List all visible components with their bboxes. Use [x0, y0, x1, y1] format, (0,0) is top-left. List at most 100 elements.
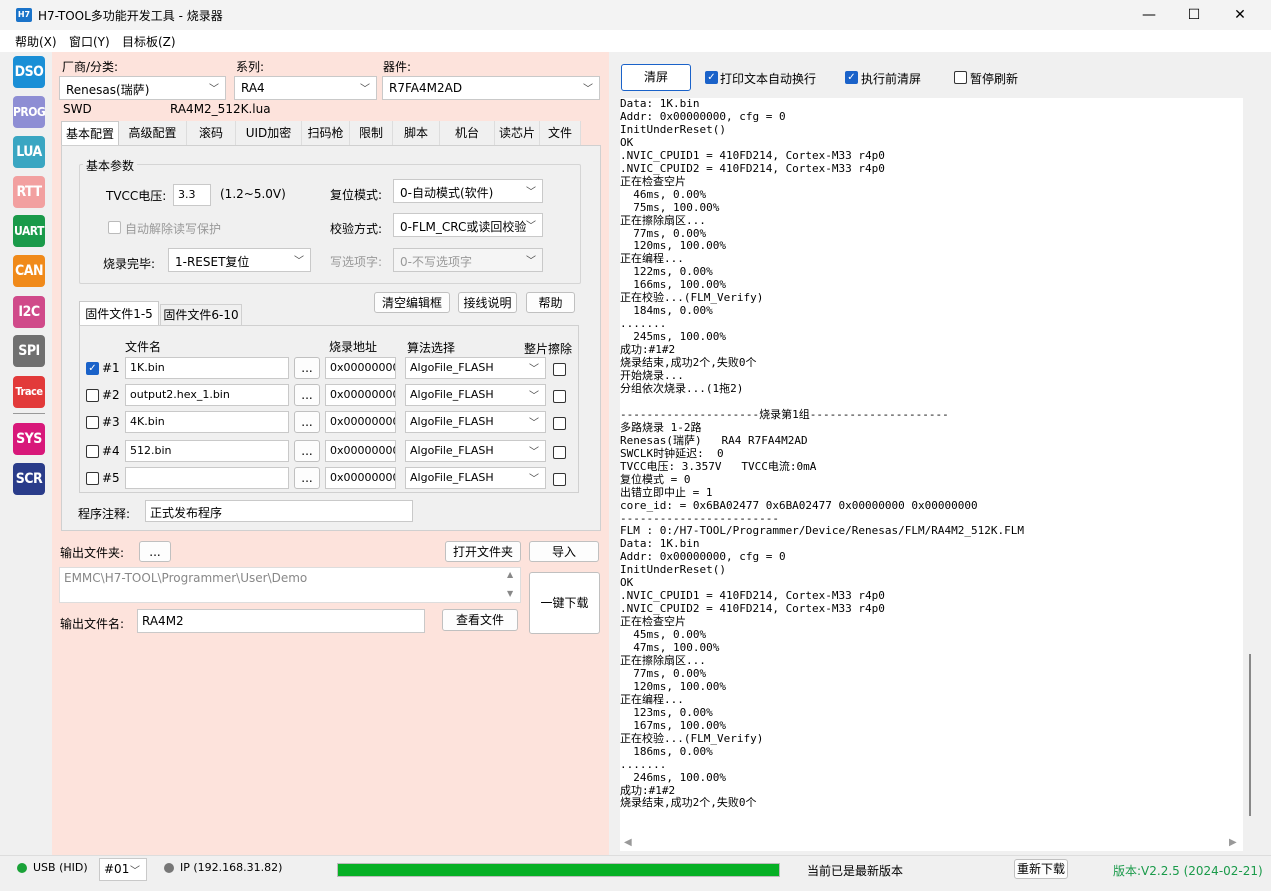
log-vscroll-thumb[interactable]	[1249, 654, 1251, 816]
scroll-up-icon[interactable]: ▲	[507, 570, 513, 579]
fw-chip-erase-checkbox[interactable]	[553, 446, 566, 459]
fw-row-checkbox[interactable]	[86, 472, 99, 485]
tab-firmware-1-5[interactable]: 固件文件1-5	[79, 301, 159, 325]
tool-dso-button[interactable]: DSO	[13, 56, 45, 88]
fw-address-input[interactable]: 0x00000000	[325, 440, 396, 462]
fw-row-checkbox[interactable]	[86, 445, 99, 458]
tab-8[interactable]: 读芯片	[495, 121, 540, 145]
vendor-select[interactable]: Renesas(瑞萨) ﹀	[59, 76, 226, 100]
fw-row-index: #1	[102, 361, 120, 375]
fw-algo-select[interactable]: AlgoFile_FLASH ﹀	[405, 411, 546, 433]
tool-lua-button[interactable]: LUA	[13, 136, 45, 168]
done-action-label: 烧录完毕:	[103, 257, 156, 271]
pause-refresh-label: 暂停刷新	[970, 72, 1019, 86]
pause-refresh-checkbox[interactable]	[954, 71, 967, 84]
tab-4[interactable]: 扫码枪	[302, 121, 350, 145]
scroll-left-icon[interactable]: ◀	[624, 837, 632, 848]
fw-chip-erase-checkbox[interactable]	[553, 417, 566, 430]
fw-row-checkbox[interactable]: ✓	[86, 362, 99, 375]
one-click-download-button[interactable]: 一键下载	[529, 572, 600, 634]
clear-before-checkbox[interactable]: ✓	[845, 71, 858, 84]
fw-file-input[interactable]: 4K.bin	[125, 411, 289, 433]
fw-algo-select[interactable]: AlgoFile_FLASH ﹀	[405, 467, 546, 489]
output-browse-button[interactable]: ...	[139, 541, 171, 562]
tab-firmware-6-10[interactable]: 固件文件6-10	[160, 304, 242, 325]
tool-scr-button[interactable]: SCR	[13, 463, 45, 495]
auto-unprotect-checkbox[interactable]	[108, 221, 121, 234]
log-hscrollbar[interactable]	[620, 835, 1243, 851]
fw-algo-value: AlgoFile_FLASH	[410, 388, 494, 401]
fw-row-checkbox[interactable]	[86, 389, 99, 402]
port-select[interactable]: #01 ﹀	[99, 858, 147, 881]
log-output[interactable]: Data: 1K.bin Addr: 0x00000000, cfg = 0 I…	[620, 98, 1243, 835]
wiring-help-button[interactable]: 接线说明	[458, 292, 517, 313]
fw-chip-erase-checkbox[interactable]	[553, 390, 566, 403]
option-bytes-select[interactable]: 0-不写选项字 ﹀	[393, 248, 543, 272]
tool-rtt-button[interactable]: RTT	[13, 176, 45, 208]
redownload-button[interactable]: 重新下载	[1014, 859, 1068, 879]
menu-help[interactable]: 帮助(X)	[15, 33, 57, 50]
done-action-select[interactable]: 1-RESET复位 ﹀	[168, 248, 311, 272]
fw-address-input[interactable]: 0x00000000	[325, 411, 396, 433]
menu-target[interactable]: 目标板(Z)	[122, 33, 176, 50]
tab-5[interactable]: 限制	[350, 121, 393, 145]
clear-edit-button[interactable]: 清空编辑框	[374, 292, 450, 313]
device-select[interactable]: R7FA4M2AD ﹀	[382, 76, 600, 100]
clear-screen-button[interactable]: 清屏	[621, 64, 691, 91]
wrap-checkbox[interactable]: ✓	[705, 71, 718, 84]
tool-spi-button[interactable]: SPI	[13, 335, 45, 367]
fw-browse-button[interactable]: ...	[294, 467, 320, 489]
fw-algo-select[interactable]: AlgoFile_FLASH ﹀	[405, 357, 546, 379]
tab-1[interactable]: 高级配置	[119, 121, 187, 145]
tool-trace-button[interactable]: Trace	[13, 376, 45, 408]
reset-mode-select[interactable]: 0-自动模式(软件) ﹀	[393, 179, 543, 203]
output-name-input[interactable]: RA4M2	[137, 609, 425, 633]
maximize-button[interactable]: ☐	[1171, 0, 1217, 30]
fw-address-input[interactable]: 0x00000000	[325, 357, 396, 379]
tab-0[interactable]: 基本配置	[61, 121, 119, 145]
tool-sys-button[interactable]: SYS	[13, 423, 45, 455]
scroll-right-icon[interactable]: ▶	[1229, 837, 1237, 848]
verify-mode-select[interactable]: 0-FLM_CRC或读回校验 ﹀	[393, 213, 543, 237]
tool-i2c-button[interactable]: I2C	[13, 296, 45, 328]
scroll-down-icon[interactable]: ▼	[507, 589, 513, 598]
note-input[interactable]: 正式发布程序	[145, 500, 413, 522]
fw-browse-button[interactable]: ...	[294, 357, 320, 379]
tool-uart-button[interactable]: UART	[13, 215, 45, 247]
tab-9[interactable]: 文件	[540, 121, 581, 145]
fw-algo-select[interactable]: AlgoFile_FLASH ﹀	[405, 384, 546, 406]
close-button[interactable]: ✕	[1217, 0, 1263, 30]
fw-row-checkbox[interactable]	[86, 416, 99, 429]
menu-window[interactable]: 窗口(Y)	[69, 33, 110, 50]
fw-address-input[interactable]: 0x00000000	[325, 467, 396, 489]
open-folder-button[interactable]: 打开文件夹	[445, 541, 521, 562]
tab-6[interactable]: 脚本	[393, 121, 440, 145]
minimize-button[interactable]: —	[1126, 0, 1172, 30]
fw-chip-erase-checkbox[interactable]	[553, 363, 566, 376]
progress-bar	[337, 863, 780, 877]
fw-file-input[interactable]: 1K.bin	[125, 357, 289, 379]
fw-chip-erase-checkbox[interactable]	[553, 473, 566, 486]
tool-prog-button[interactable]: PROG	[13, 96, 46, 128]
fw-browse-button[interactable]: ...	[294, 440, 320, 462]
fw-address-input[interactable]: 0x00000000	[325, 384, 396, 406]
fw-browse-button[interactable]: ...	[294, 384, 320, 406]
tool-can-button[interactable]: CAN	[13, 255, 45, 287]
tab-7[interactable]: 机台	[440, 121, 495, 145]
fw-algo-select[interactable]: AlgoFile_FLASH ﹀	[405, 440, 546, 462]
view-file-button[interactable]: 查看文件	[442, 609, 518, 631]
help-button[interactable]: 帮助	[526, 292, 575, 313]
fw-algo-value: AlgoFile_FLASH	[410, 361, 494, 374]
series-select[interactable]: RA4 ﹀	[234, 76, 377, 100]
tab-3[interactable]: UID加密	[236, 121, 302, 145]
tab-2[interactable]: 滚码	[187, 121, 236, 145]
tvcc-input[interactable]: 3.3	[173, 184, 211, 206]
fw-file-input[interactable]	[125, 467, 289, 489]
fw-file-input[interactable]: output2.hex_1.bin	[125, 384, 289, 406]
update-status: 当前已是最新版本	[807, 864, 904, 878]
fw-file-input[interactable]: 512.bin	[125, 440, 289, 462]
fw-browse-button[interactable]: ...	[294, 411, 320, 433]
chevron-down-icon: ﹀	[209, 84, 219, 95]
import-button[interactable]: 导入	[529, 541, 599, 562]
output-path-box[interactable]: EMMC\H7-TOOL\Programmer\User\Demo	[59, 567, 521, 603]
